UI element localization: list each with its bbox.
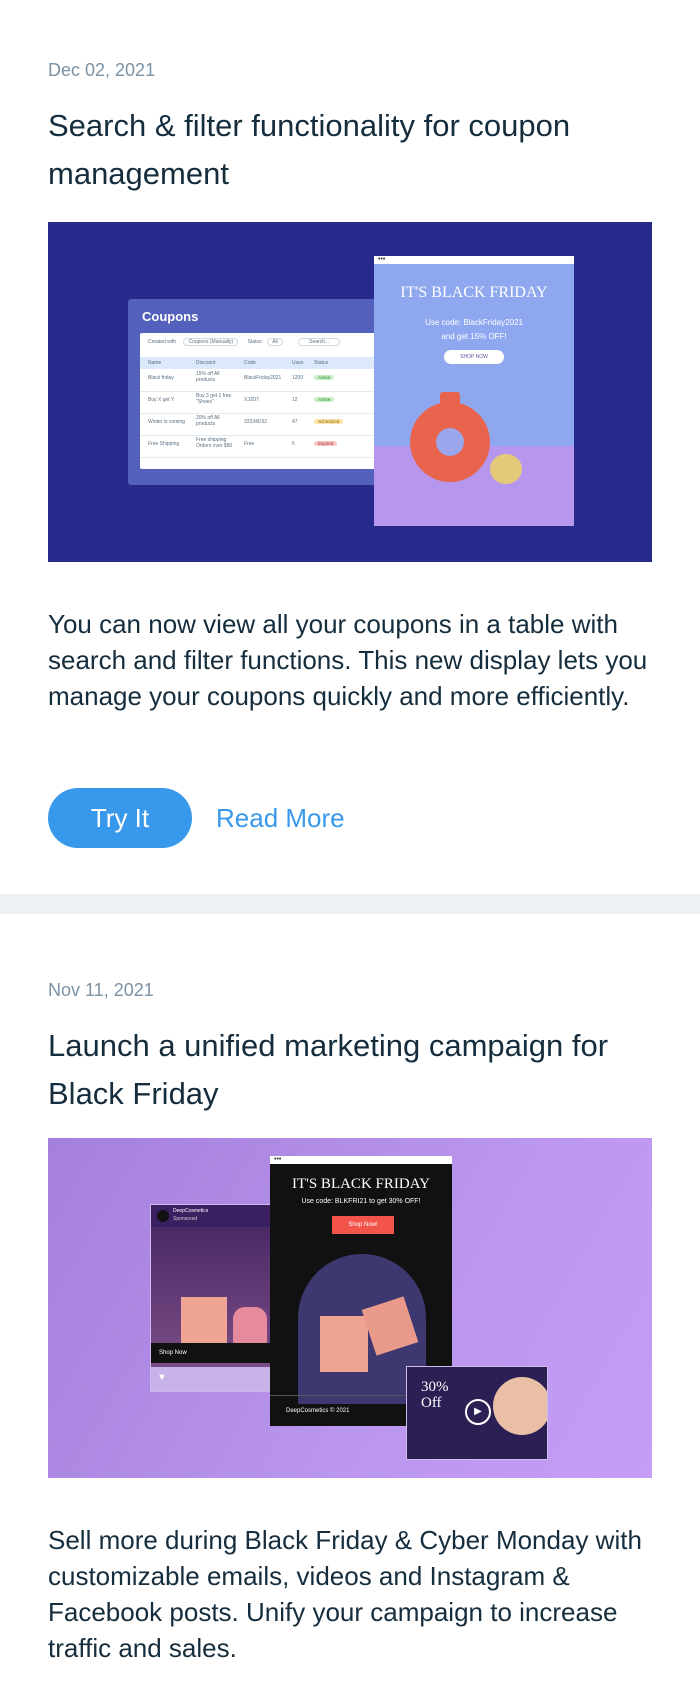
filter-label: Status bbox=[247, 339, 262, 345]
release-note-card: Nov 11, 2021 Launch a unified marketing … bbox=[0, 914, 700, 1684]
section-divider bbox=[0, 894, 700, 914]
window-dots-icon: ••• bbox=[374, 256, 574, 264]
cell-code: 33334D32 bbox=[244, 419, 268, 425]
cell-name: Buy X get Y bbox=[148, 397, 175, 403]
video-overlay-text: 30% Off bbox=[421, 1379, 449, 1411]
post-title: Launch a unified marketing campaign for … bbox=[48, 1028, 609, 1111]
column-header: Uses bbox=[292, 360, 304, 366]
cell-discount: 15% off All products bbox=[196, 371, 220, 383]
coupons-panel: Coupons Created with Coupons (Manually) … bbox=[128, 299, 398, 485]
cell-name: Black friday bbox=[148, 375, 174, 381]
table-row: Black friday 15% off All products BlackF… bbox=[140, 369, 380, 392]
try-it-button[interactable]: Try It bbox=[48, 788, 192, 848]
read-more-link[interactable]: Read More bbox=[216, 788, 345, 848]
cell-name: Free Shipping bbox=[148, 441, 180, 447]
store-subtext-line: Use code: BlackFriday2021 bbox=[425, 318, 523, 327]
cell-uses: 12 bbox=[292, 397, 298, 403]
status-badge: Scheduled bbox=[314, 419, 344, 424]
email-shop-button: Shop Now! bbox=[332, 1216, 394, 1234]
post-date: Nov 11, 2021 bbox=[48, 980, 154, 1000]
status-badge: Active bbox=[314, 375, 335, 380]
post-date: Dec 02, 2021 bbox=[48, 60, 156, 80]
store-headline: IT'S BLACK FRIDAY bbox=[400, 284, 548, 301]
release-note-card: Dec 02, 2021 Search & filter functionali… bbox=[0, 0, 700, 894]
video-preview: 30% Off ▶ bbox=[406, 1366, 548, 1460]
account-name: DeepCosmetics bbox=[173, 1208, 209, 1214]
ball-ornament bbox=[490, 454, 522, 484]
cell-uses: 5 bbox=[292, 441, 295, 447]
avatar bbox=[157, 1210, 169, 1222]
filter-created-dropdown: Coupons (Manually) bbox=[183, 338, 239, 346]
status-badge: Active bbox=[314, 397, 335, 402]
cell-discount: 20% off All products bbox=[196, 415, 220, 427]
store-subtext-line: and get 15% OFF! bbox=[441, 332, 507, 341]
status-badge: Expired bbox=[314, 441, 338, 446]
cell-code: Free bbox=[244, 441, 255, 447]
window-dots-icon: ••• bbox=[270, 1156, 452, 1164]
cell-code: BlackFriday2021 bbox=[244, 375, 282, 381]
cell-discount: Buy 3 get 1 free "Shoes" bbox=[196, 393, 232, 405]
cell-code: XJJD7 bbox=[244, 397, 259, 403]
table-row: Winter is coming 20% off All products 33… bbox=[140, 413, 380, 436]
email-code: Use code: BLKFRI21 to get 30% OFF! bbox=[301, 1198, 421, 1205]
table-header: Name Discount Code Uses Status bbox=[140, 357, 380, 369]
post-description: Sell more during Black Friday & Cyber Mo… bbox=[48, 1525, 642, 1663]
play-icon: ▶ bbox=[465, 1399, 491, 1425]
table-row: Buy X get Y Buy 3 get 1 free "Shoes" XJJ… bbox=[140, 391, 380, 414]
product-box bbox=[320, 1316, 368, 1372]
post-description: You can now view all your coupons in a t… bbox=[48, 609, 648, 711]
store-preview: ••• IT'S BLACK FRIDAY Use code: BlackFri… bbox=[374, 256, 574, 526]
hero-image: DeepCosmetics Sponsored Shop Now ♥ ■ •••… bbox=[48, 1138, 652, 1478]
coupons-table: Created with Coupons (Manually) Status A… bbox=[140, 333, 380, 469]
video-text-line: Off bbox=[421, 1395, 442, 1411]
store-shop-button: SHOP NOW bbox=[444, 350, 504, 364]
cell-name: Winter is coming bbox=[148, 419, 185, 425]
table-row: Free Shipping Free shipping Orders over … bbox=[140, 435, 380, 458]
filter-status-dropdown: All bbox=[267, 338, 283, 346]
table-filters: Created with Coupons (Manually) Status A… bbox=[148, 338, 372, 351]
cell-discount: Free shipping Orders over $90 bbox=[196, 437, 233, 449]
column-header: Name bbox=[148, 360, 162, 366]
search-field: Search... bbox=[298, 338, 341, 346]
heart-icon: ♥ bbox=[159, 1372, 165, 1383]
cell-uses: 1200 bbox=[292, 375, 304, 381]
email-headline: IT'S BLACK FRIDAY bbox=[291, 1176, 430, 1192]
column-header: Discount bbox=[196, 360, 216, 366]
donut-vase bbox=[410, 402, 490, 482]
sponsored-label: Sponsored bbox=[173, 1216, 198, 1222]
video-text-line: 30% bbox=[421, 1379, 449, 1395]
coupons-panel-title: Coupons bbox=[142, 309, 199, 324]
post-title: Search & filter functionality for coupon… bbox=[48, 108, 571, 191]
column-header: Status bbox=[314, 360, 329, 366]
store-subtext: Use code: BlackFriday2021 and get 15% OF… bbox=[374, 316, 574, 344]
product-circle bbox=[493, 1377, 547, 1435]
cell-uses: 47 bbox=[292, 419, 298, 425]
hero-image: Coupons Created with Coupons (Manually) … bbox=[48, 222, 652, 562]
column-header: Code bbox=[244, 360, 256, 366]
filter-label: Created with bbox=[148, 339, 177, 345]
